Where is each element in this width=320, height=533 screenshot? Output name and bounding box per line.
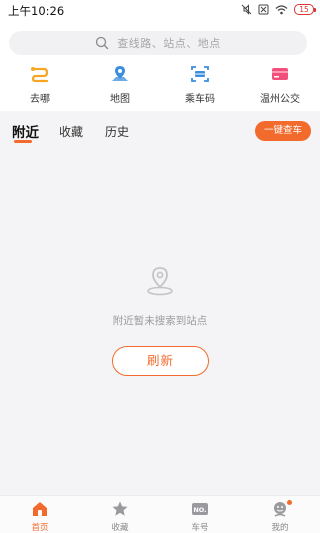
nav-label: 收藏 — [111, 523, 129, 533]
shortcut-ride-code[interactable]: 乘车码 — [160, 62, 240, 106]
nav-label: 车号 — [191, 523, 209, 533]
card-icon — [272, 68, 288, 80]
wifi-icon — [275, 4, 288, 14]
svg-text:NO.: NO. — [193, 506, 206, 514]
tab-indicator — [14, 140, 32, 143]
shortcut-label: 乘车码 — [185, 94, 215, 105]
tab-favorites[interactable]: 收藏 — [59, 123, 83, 140]
shortcut-map[interactable]: 地图 — [80, 62, 160, 106]
battery-icon: 15 — [294, 4, 316, 15]
search-placeholder: 查线路、站点、地点 — [117, 37, 221, 50]
sim-off-icon — [258, 4, 269, 15]
search-icon — [96, 36, 109, 50]
nav-profile[interactable]: 我的 — [240, 496, 320, 533]
home-icon — [33, 502, 47, 516]
nav-home[interactable]: 首页 — [0, 496, 80, 533]
nav-label: 首页 — [31, 523, 49, 533]
star-icon — [112, 501, 128, 516]
shortcut-label: 温州公交 — [260, 94, 300, 105]
status-time: 上午10:26 — [8, 4, 65, 18]
shortcut-bar: 去哪 地图 乘车码 温州公交 — [0, 62, 320, 106]
search-input[interactable]: 查线路、站点、地点 — [9, 31, 307, 55]
empty-location-icon — [147, 267, 173, 296]
tab-history[interactable]: 历史 — [105, 123, 129, 140]
map-pin-icon — [112, 66, 128, 81]
tab-nearby[interactable]: 附近 — [12, 121, 39, 141]
mute-icon — [241, 4, 252, 15]
notification-badge — [287, 500, 292, 505]
empty-message: 附近暂未搜索到站点 — [112, 315, 208, 327]
tab-bar: 附近 收藏 历史 一键查车 — [0, 111, 320, 149]
status-bar: 上午10:26 15 — [0, 0, 320, 22]
bus-number-icon: NO. — [192, 503, 208, 515]
scan-code-icon — [191, 66, 209, 82]
nearby-content: 附近 收藏 历史 一键查车 附近暂未搜索到站点 刷新 — [0, 111, 320, 495]
nav-favorites[interactable]: 收藏 — [80, 496, 160, 533]
bottom-nav: 首页 收藏 NO. 车号 我的 — [0, 495, 320, 533]
nav-label: 我的 — [271, 523, 289, 533]
shortcut-go-where[interactable]: 去哪 — [0, 62, 80, 106]
route-icon — [31, 67, 49, 83]
refresh-button[interactable]: 刷新 — [112, 346, 209, 376]
quick-check-bus-button[interactable]: 一键查车 — [255, 121, 311, 141]
status-icons: 15 — [241, 4, 316, 15]
shortcut-label: 去哪 — [30, 94, 50, 105]
shortcut-wenzhou-bus[interactable]: 温州公交 — [240, 62, 320, 106]
nav-bus-number[interactable]: NO. 车号 — [160, 496, 240, 533]
shortcut-label: 地图 — [110, 94, 130, 105]
